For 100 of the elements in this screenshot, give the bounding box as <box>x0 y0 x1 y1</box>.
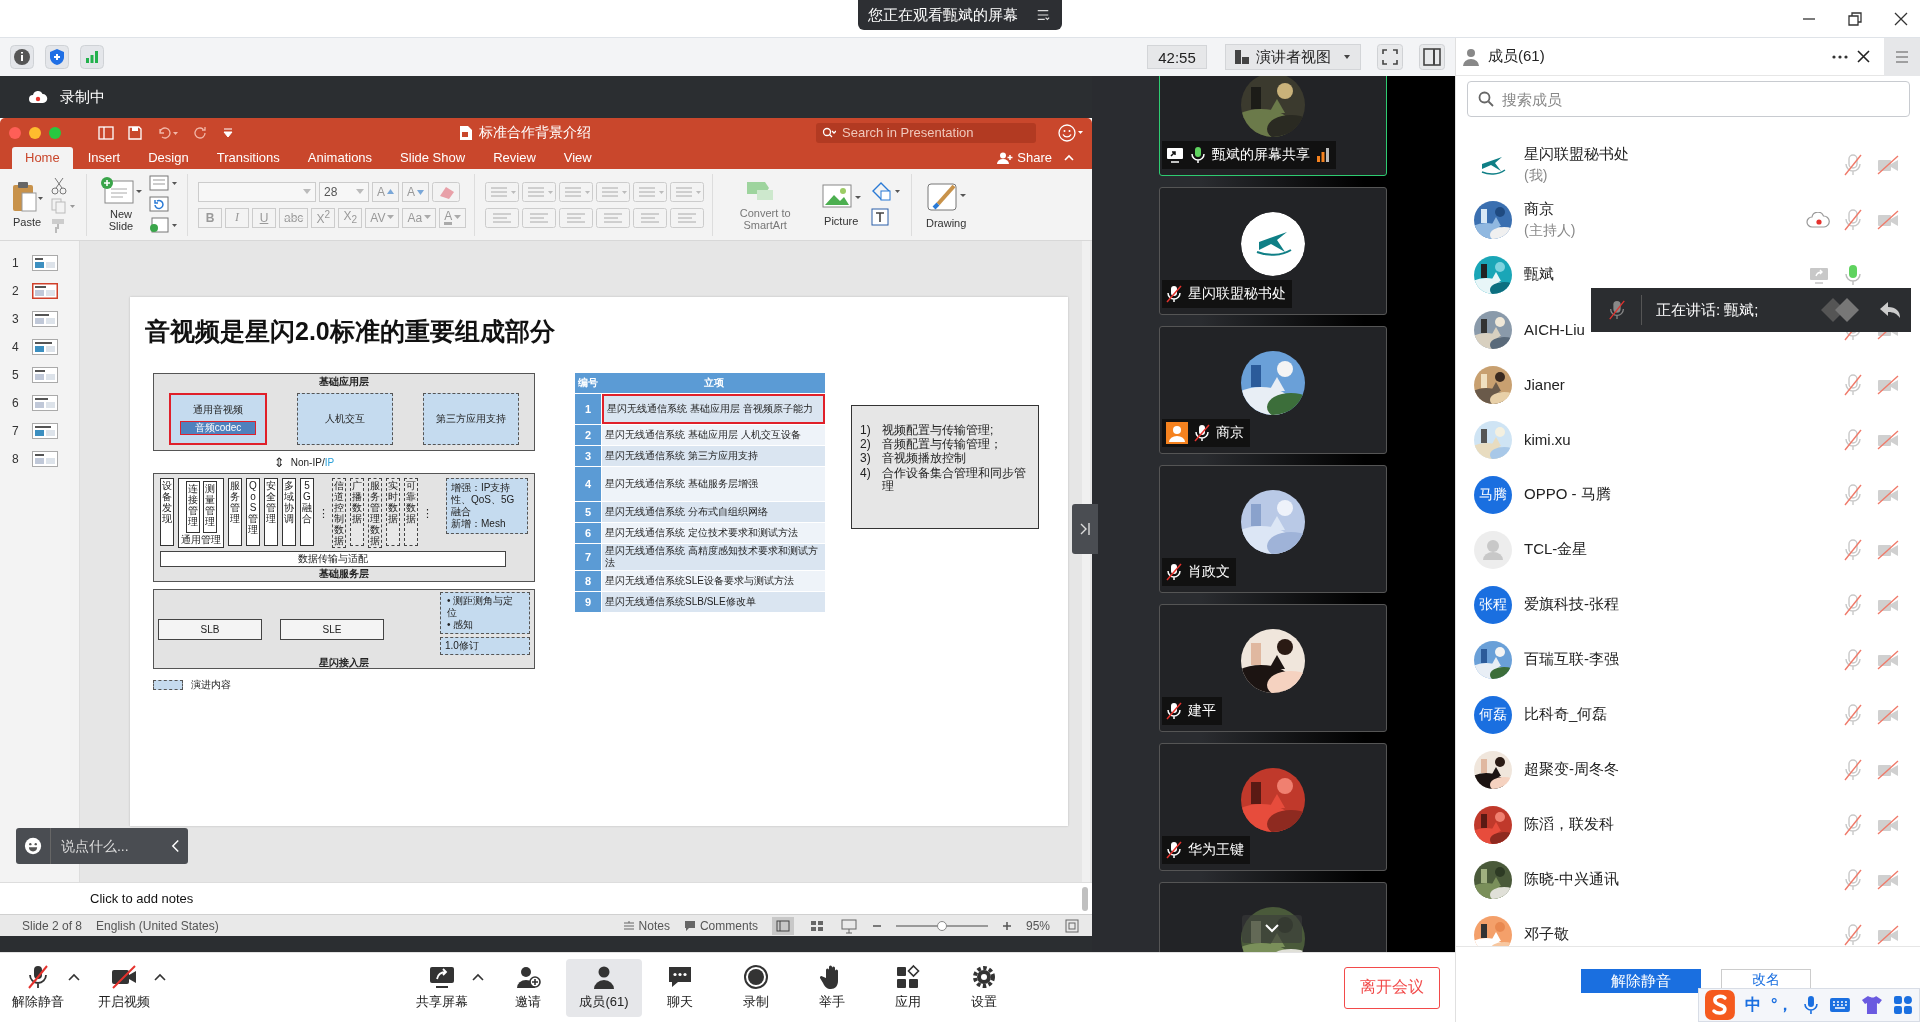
align-icon[interactable] <box>596 207 631 228</box>
toolbar-button[interactable]: 应用 <box>870 958 946 1017</box>
close-icon[interactable] <box>1857 50 1870 63</box>
fit-window-icon[interactable] <box>1064 917 1080 934</box>
ribbon-tab[interactable]: View <box>550 147 605 169</box>
new-slide-button[interactable]: New Slide <box>97 176 145 233</box>
unmute-all-button[interactable]: 解除静音 <box>1581 969 1701 993</box>
muted-microphone-icon[interactable] <box>1842 868 1864 891</box>
scrollbar[interactable] <box>1082 886 1088 911</box>
camera-off-icon[interactable] <box>1876 209 1900 230</box>
muted-microphone-icon[interactable] <box>1842 923 1864 946</box>
paragraph-tool-icon[interactable] <box>559 181 594 202</box>
camera-off-icon[interactable] <box>1876 759 1900 780</box>
muted-microphone-icon[interactable] <box>1842 758 1864 781</box>
member-row[interactable]: 商京 (主持人) <box>1456 192 1920 247</box>
slide-thumbnail[interactable] <box>32 423 58 439</box>
member-row[interactable]: 陈滔，联发科 <box>1456 797 1920 852</box>
member-row[interactable]: 马腾 OPPO - 马腾 <box>1456 467 1920 522</box>
ribbon-tab[interactable]: Home <box>12 147 73 169</box>
caret-up-icon[interactable] <box>68 972 80 981</box>
toolbar-button[interactable]: 成员(61) <box>566 958 642 1017</box>
video-tile[interactable]: 华为王键 <box>1159 743 1387 871</box>
font-size-field[interactable]: 28 <box>319 181 369 202</box>
muted-microphone-icon[interactable] <box>1842 813 1864 836</box>
chat-input[interactable]: 说点什么... <box>58 837 163 855</box>
ribbon-tab[interactable]: Animations <box>294 147 386 169</box>
smiley-icon[interactable] <box>1058 123 1084 142</box>
shield-icon[interactable] <box>45 45 69 69</box>
layout-icon[interactable] <box>149 174 179 193</box>
search-field[interactable]: 搜索成员 <box>1467 81 1910 117</box>
shirt-icon[interactable] <box>1861 995 1884 1015</box>
member-row[interactable]: kimi.xu <box>1456 412 1920 467</box>
leave-meeting-button[interactable]: 离开会议 <box>1344 966 1440 1009</box>
paragraph-tool-icon[interactable] <box>596 181 631 202</box>
muted-microphone-icon[interactable] <box>1842 428 1864 451</box>
muted-microphone-icon[interactable] <box>1842 703 1864 726</box>
section-icon[interactable] <box>149 216 179 235</box>
muted-microphone-icon[interactable] <box>1842 373 1864 396</box>
paragraph-tool-icon[interactable] <box>670 181 705 202</box>
search-field[interactable]: Search in Presentation <box>816 122 1036 143</box>
align-icon[interactable] <box>633 207 668 228</box>
info-icon[interactable] <box>10 45 34 69</box>
presenter-view-icon[interactable] <box>839 916 858 935</box>
video-tile[interactable]: 肖政文 <box>1159 465 1387 593</box>
customize-caret-icon[interactable] <box>222 126 234 139</box>
collapse-chat-icon[interactable] <box>170 839 180 853</box>
scissors-icon[interactable] <box>50 176 70 195</box>
comments-button[interactable]: Comments <box>683 918 758 933</box>
camera-off-icon[interactable] <box>1876 814 1900 835</box>
emoji-icon[interactable] <box>24 836 43 856</box>
text-box-icon[interactable] <box>869 206 892 228</box>
signal-icon[interactable] <box>80 45 104 69</box>
align-icon[interactable] <box>485 207 520 228</box>
camera-off-icon[interactable] <box>1876 374 1900 395</box>
align-icon[interactable] <box>559 207 594 228</box>
muted-microphone-icon[interactable] <box>1842 648 1864 671</box>
undo-icon[interactable] <box>156 125 180 140</box>
picture-button[interactable]: Picture <box>817 182 866 227</box>
member-row[interactable]: 百瑞互联-李强 <box>1456 632 1920 687</box>
paragraph-tool-icon[interactable] <box>485 181 520 202</box>
slide-thumbnail[interactable] <box>32 255 58 271</box>
restore-icon[interactable] <box>1848 11 1862 26</box>
notes-button[interactable]: Notes <box>622 918 670 933</box>
chat-field[interactable]: 说点什么... <box>16 828 188 864</box>
muted-microphone-icon[interactable] <box>1842 208 1864 231</box>
camera-off-icon[interactable] <box>1876 429 1900 450</box>
camera-off-icon[interactable] <box>1876 704 1900 725</box>
clear-format-icon[interactable] <box>432 181 461 202</box>
toolbar-button[interactable]: 邀请 <box>490 958 566 1017</box>
video-tile[interactable]: 甄斌的屏幕共享 <box>1159 76 1387 176</box>
toolbar-button[interactable]: 录制 <box>718 958 794 1017</box>
view-mode-dropdown[interactable]: 演讲者视图 <box>1225 44 1361 70</box>
keyboard-icon[interactable] <box>1829 996 1852 1014</box>
align-icon[interactable] <box>670 207 705 228</box>
caret-up-icon[interactable] <box>154 972 166 981</box>
fullscreen-icon[interactable] <box>1377 44 1403 70</box>
sidebar-icon[interactable] <box>1419 44 1445 70</box>
close-icon[interactable] <box>1894 11 1908 26</box>
ime-punctuation[interactable]: °， <box>1770 994 1794 1016</box>
toolbar-button[interactable]: 开启视频 <box>86 958 162 1017</box>
muted-microphone-icon[interactable] <box>1842 593 1864 616</box>
video-tile[interactable]: 建平 <box>1159 604 1387 732</box>
ribbon-tab[interactable]: Slide Show <box>387 147 479 169</box>
paragraph-tool-icon[interactable] <box>522 181 557 202</box>
collapse-handle[interactable] <box>1072 504 1098 554</box>
paragraph-tool-icon[interactable] <box>633 181 668 202</box>
ribbon-tab[interactable]: Design <box>135 147 202 169</box>
slide-thumbnail[interactable] <box>32 339 58 355</box>
toolbar-button[interactable]: 举手 <box>794 958 870 1017</box>
reply-icon[interactable] <box>1879 300 1901 320</box>
slide-thumbnail[interactable] <box>32 283 58 299</box>
microphone-icon[interactable] <box>1842 263 1864 286</box>
save-icon[interactable] <box>128 125 142 140</box>
redo-icon[interactable] <box>194 125 208 140</box>
menu-icon[interactable] <box>1036 8 1050 22</box>
search-input[interactable]: Search in Presentation <box>840 124 1030 141</box>
normal-view-icon[interactable] <box>771 916 794 935</box>
camera-off-icon[interactable] <box>1876 869 1900 890</box>
video-tile[interactable]: 星闪联盟秘书处 <box>1159 187 1387 315</box>
ribbon-tab[interactable]: Insert <box>74 147 134 169</box>
